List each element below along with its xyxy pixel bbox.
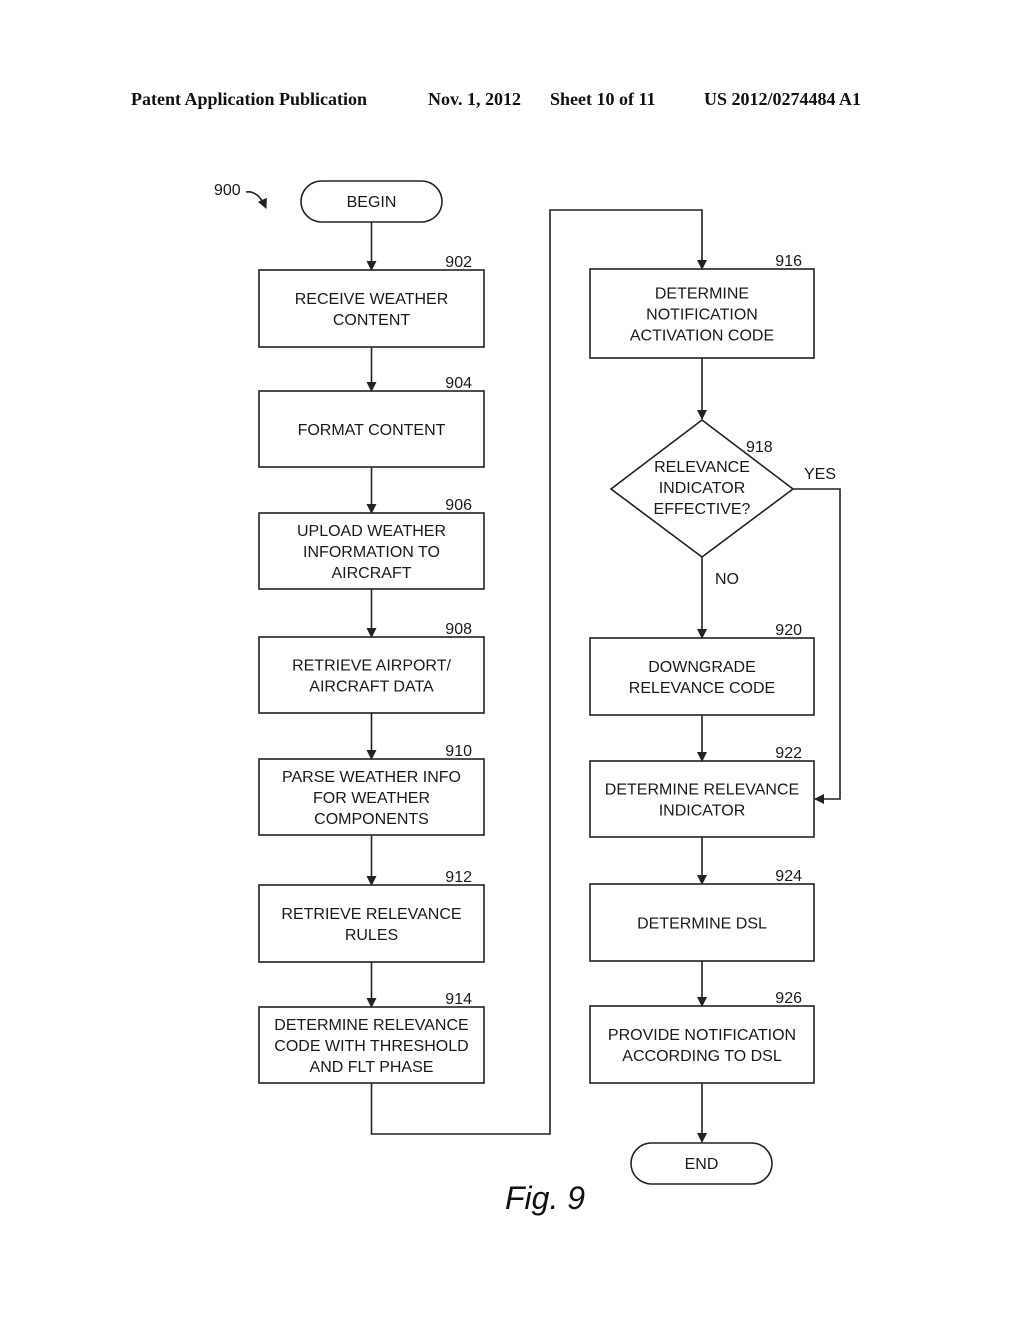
end-terminal: END [630, 1142, 773, 1185]
step-label-line: ACCORDING TO DSL [622, 1048, 782, 1065]
yes-label: YES [804, 466, 836, 483]
step-number: 920 [775, 622, 802, 639]
decision-918: 918 RELEVANCE INDICATOR EFFECTIVE? [609, 418, 795, 558]
step-label-line: UPLOAD WEATHER [297, 523, 446, 540]
step-label-line: AIRCRAFT [332, 565, 412, 582]
step-box [589, 637, 815, 716]
step-label-line: INFORMATION TO [303, 544, 440, 561]
step-box [589, 760, 815, 838]
step-box [258, 884, 485, 963]
step-label-line: FORMAT CONTENT [298, 422, 446, 439]
step-number: 918 [746, 439, 773, 456]
step-number: 902 [445, 254, 472, 271]
decision-line: INDICATOR [659, 480, 746, 497]
reference-number: 900 [214, 182, 241, 199]
step-number: 926 [775, 990, 802, 1007]
no-label: NO [715, 571, 739, 588]
step-label-line: DETERMINE [655, 286, 749, 303]
step-label-line: RECEIVE WEATHER [295, 291, 449, 308]
step-label-line: PARSE WEATHER INFO [282, 769, 461, 786]
step-label-line: CODE WITH THRESHOLD [274, 1038, 468, 1055]
step-label-line: RETRIEVE AIRPORT/ [292, 658, 451, 675]
end-label: END [685, 1156, 719, 1173]
step-label-line: AIRCRAFT DATA [309, 679, 434, 696]
step-label-line: DETERMINE RELEVANCE [274, 1017, 468, 1034]
step-number: 912 [445, 869, 472, 886]
step-label-line: DETERMINE DSL [637, 916, 767, 933]
step-number: 922 [775, 745, 802, 762]
step-label-line: COMPONENTS [314, 811, 429, 828]
step-label-line: AND FLT PHASE [310, 1059, 434, 1076]
begin-terminal: BEGIN [300, 180, 443, 223]
step-label-line: RETRIEVE RELEVANCE [281, 906, 461, 923]
decision-line: EFFECTIVE? [654, 501, 751, 518]
step-number: 914 [445, 991, 472, 1008]
step-label-line: CONTENT [333, 312, 411, 329]
step-label-line: DOWNGRADE [648, 659, 756, 676]
step-label-line: DETERMINE RELEVANCE [605, 782, 799, 799]
step-box [589, 1005, 815, 1084]
step-number: 906 [445, 497, 472, 514]
step-label-line: RELEVANCE CODE [629, 680, 775, 697]
figure-label: Fig. 9 [505, 1180, 585, 1216]
step-number: 910 [445, 743, 472, 760]
reference-arrow-icon [245, 191, 267, 209]
step-label-line: INDICATOR [659, 803, 746, 820]
step-label-line: RULES [345, 927, 398, 944]
flowchart: 900 BEGIN END 918 RELEVANCE INDICATOR EF… [214, 180, 841, 1216]
step-label-line: NOTIFICATION [646, 307, 758, 324]
step-box [258, 269, 485, 348]
step-number: 916 [775, 253, 802, 270]
begin-label: BEGIN [347, 194, 397, 211]
step-number: 924 [775, 868, 802, 885]
decision-line: RELEVANCE [654, 459, 750, 476]
step-label-line: FOR WEATHER [313, 790, 430, 807]
step-label-line: PROVIDE NOTIFICATION [608, 1027, 796, 1044]
step-number: 908 [445, 621, 472, 638]
step-number: 904 [445, 375, 472, 392]
step-label-line: ACTIVATION CODE [630, 328, 774, 345]
step-box [258, 636, 485, 714]
